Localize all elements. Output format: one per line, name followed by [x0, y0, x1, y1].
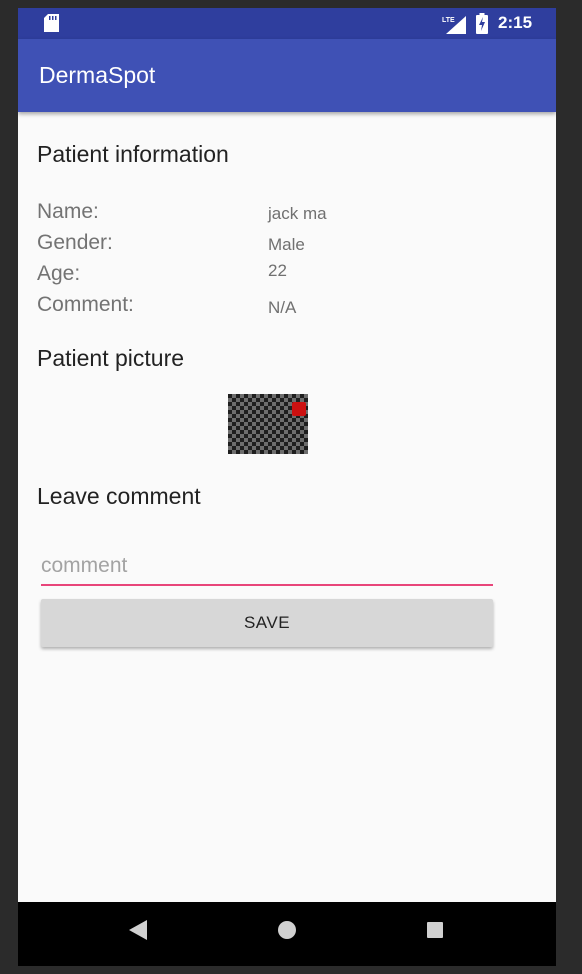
- app-title: DermaSpot: [39, 62, 156, 88]
- status-time: 2:15: [498, 13, 533, 32]
- network-type-label: LTE: [442, 17, 455, 24]
- save-button[interactable]: SAVE: [41, 599, 493, 647]
- phone-screen: LTE 2:15 DermaSpot Patient information N…: [18, 8, 556, 966]
- app-toolbar: DermaSpot: [18, 39, 556, 112]
- gender-label: Gender:: [37, 231, 113, 254]
- name-value: jack ma: [268, 204, 327, 223]
- home-icon[interactable]: [278, 921, 296, 939]
- comment-label: Comment:: [37, 293, 134, 316]
- age-label: Age:: [37, 262, 81, 285]
- sd-card-icon: [44, 14, 59, 32]
- battery-charging-icon: [476, 13, 488, 34]
- main-content: Patient information Name: jack ma Gender…: [18, 112, 556, 902]
- recent-apps-icon[interactable]: [427, 922, 443, 938]
- status-bar: LTE 2:15: [18, 8, 556, 39]
- lte-signal-icon: LTE: [442, 16, 466, 34]
- picture-marker: [292, 402, 306, 416]
- back-icon[interactable]: [129, 920, 147, 940]
- navigation-bar: [18, 902, 556, 966]
- comment-input[interactable]: [41, 548, 493, 586]
- comment-value: N/A: [268, 298, 297, 317]
- leave-comment-heading: Leave comment: [37, 483, 201, 509]
- patient-picture[interactable]: [228, 394, 308, 454]
- name-label: Name:: [37, 200, 99, 223]
- gender-value: Male: [268, 235, 305, 254]
- patient-picture-heading: Patient picture: [37, 345, 185, 371]
- age-value: 22: [268, 261, 287, 280]
- patient-information-heading: Patient information: [37, 141, 229, 167]
